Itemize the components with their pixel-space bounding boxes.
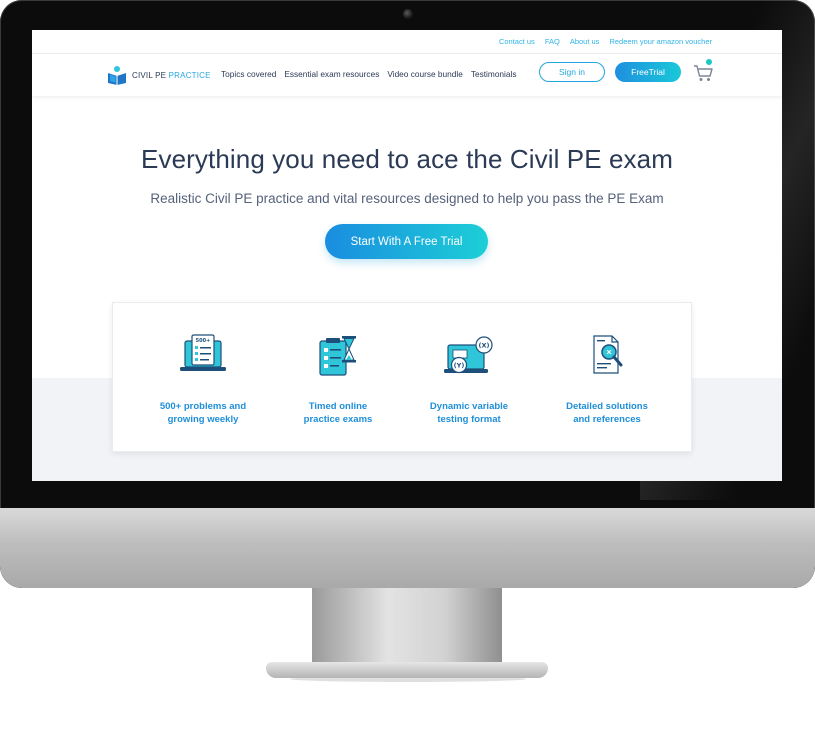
contact-us-link[interactable]: Contact us [499,37,535,46]
feature-timed-exams-label: Timed online practice exams [268,400,408,426]
feature-detailed-solutions-label: Detailed solutions and references [537,400,677,426]
feature-label-line2: testing format [437,414,501,425]
cart-badge [705,58,713,66]
variable-laptop-icon: (X) (Y) [444,336,493,374]
variable-x-text: (X) [479,342,490,350]
feature-label-line2: growing weekly [167,414,239,425]
nav-testimonials[interactable]: Testimonials [471,69,517,79]
feature-label-line1: Detailed solutions [566,401,648,412]
monitor-chin [0,508,815,588]
magnifier-document-icon [593,335,623,374]
timer-clipboard-icon [319,336,356,376]
feature-label-line2: practice exams [303,414,373,425]
about-us-link[interactable]: About us [570,37,600,46]
monitor-stand-base [266,662,548,678]
hero-subtitle: Realistic Civil PE practice and vital re… [150,191,664,206]
feature-problems-label: 500+ problems and growing weekly [133,400,273,426]
faq-link[interactable]: FAQ [545,37,560,46]
feature-label-line1: 500+ problems and [159,401,247,412]
main-navbar: CIVIL PE PRACTICE Topics covered Essenti… [32,53,782,96]
feature-badge-text: 500+ [196,338,211,344]
redeem-voucher-link[interactable]: Redeem your amazon voucher [609,37,712,46]
logo-practice-text: PRACTICE [168,70,211,80]
nav-video-course-bundle[interactable]: Video course bundle [387,69,463,79]
feature-label-line2: and references [573,414,641,425]
sign-in-button[interactable]: Sign in [539,62,605,82]
variable-y-text: (Y) [454,362,465,370]
laptop-checklist-icon: 500+ [180,334,226,371]
feature-detailed-solutions: Detailed solutions and references [537,303,677,453]
nav-links: Topics covered Essential exam resources … [221,69,517,79]
free-trial-button[interactable]: FreeTrial [615,62,681,82]
site-logo[interactable]: CIVIL PE PRACTICE [106,65,211,85]
start-free-trial-button[interactable]: Start With A Free Trial [325,224,488,259]
features-card: 500+ 500+ problems and growing weekly Ti… [112,302,692,452]
nav-essential-exam-resources[interactable]: Essential exam resources [284,69,379,79]
feature-label-line1: Timed online [308,401,368,412]
website-screen: Contact us FAQ About us Redeem your amaz… [32,30,782,481]
feature-timed-exams: Timed online practice exams [268,303,408,453]
monitor-stand-neck [312,588,502,668]
feature-problems: 500+ 500+ problems and growing weekly [133,303,273,453]
logo-text: CIVIL PE PRACTICE [132,71,211,80]
logo-book-icon [108,66,126,85]
camera-icon [403,9,413,19]
logo-civil-text: CIVIL PE [132,70,169,80]
feature-dynamic-variable-label: Dynamic variable testing format [399,400,539,426]
nav-topics-covered[interactable]: Topics covered [221,69,276,79]
hero-title: Everything you need to ace the Civil PE … [141,144,673,174]
feature-dynamic-variable: (X) (Y) Dynamic variable testing format [399,303,539,453]
utility-bar: Contact us FAQ About us Redeem your amaz… [32,30,782,53]
monitor-mockup: Contact us FAQ About us Redeem your amaz… [0,0,815,740]
feature-label-line1: Dynamic variable [429,401,509,412]
